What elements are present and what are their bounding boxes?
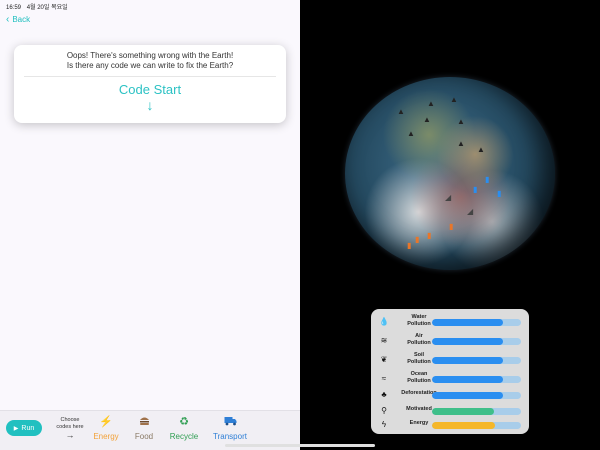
status-time: 16:59: [6, 5, 22, 11]
boat-icon: ◢: [467, 207, 474, 216]
stat-bar: [432, 392, 521, 399]
factory-icon: ▲: [423, 115, 431, 124]
factory-icon: ▲: [457, 117, 465, 126]
category-recycle[interactable]: ♻ Recycle: [168, 415, 200, 441]
prompt-line-1: Oops! There's something wrong with the E…: [66, 51, 234, 60]
factory-icon: ▲: [457, 139, 465, 148]
burger-icon: [131, 415, 157, 429]
stat-bar-fill: [432, 376, 504, 383]
prompt-message: Oops! There's something wrong with the E…: [14, 45, 286, 71]
status-bar: 16:59 4월 20일 목요일: [6, 2, 72, 11]
earth-globe: ▲ ▲ ▲ ▲ ▲ ▲ ▲ ▲ ▮ ▮ ▮ ◢ ◢ ▮ ▮ ▮ ▮: [345, 77, 555, 270]
status-date: 4월 20일 목요일: [26, 5, 68, 11]
category-transport[interactable]: Transport: [211, 415, 249, 441]
arrow-right-icon: →: [65, 430, 75, 440]
stat-bar-fill: [432, 408, 495, 415]
water-drop-icon: ▮: [427, 231, 432, 240]
tree-icon: ♣: [381, 390, 387, 399]
stat-bar: [432, 408, 521, 415]
water-drop-icon: ▮: [407, 241, 412, 250]
prompt-card: Oops! There's something wrong with the E…: [14, 45, 286, 123]
play-icon: ▶: [13, 425, 19, 432]
waves-icon: ≈: [381, 374, 387, 383]
wind-icon: ≋: [380, 336, 388, 345]
water-drop-icon: ▮: [497, 189, 502, 198]
code-panel: 16:59 4월 20일 목요일 ‹ Back Oops! There's so…: [0, 0, 300, 450]
stat-soil-pollution: ❦ Soil Pollution: [371, 352, 529, 370]
environment-stats-panel: 💧 Water Pollution ≋ Air Pollution ❦ Soil…: [371, 309, 529, 434]
stat-bar-fill: [432, 319, 504, 326]
back-button[interactable]: ‹ Back: [6, 14, 30, 25]
category-energy[interactable]: ⚡ Energy: [92, 415, 120, 441]
choose-line-1: Choose: [60, 417, 80, 423]
lightning-icon: ϟ: [381, 420, 387, 429]
water-drop-icon: 💧: [379, 317, 389, 326]
code-start-button[interactable]: Code Start: [14, 82, 286, 97]
stat-air-pollution: ≋ Air Pollution: [371, 333, 529, 351]
water-drop-icon: ▮: [473, 185, 478, 194]
prompt-line-2: Is there any code we can write to fix th…: [66, 61, 234, 70]
stat-bar: [432, 338, 521, 345]
divider: [24, 76, 276, 77]
chevron-left-icon: ‹: [6, 14, 10, 25]
water-drop-icon: ▮: [415, 235, 420, 244]
water-drop-icon: ▮: [449, 222, 454, 231]
category-label: Transport: [213, 432, 247, 441]
factory-icon: ▲: [450, 95, 458, 104]
category-label: Energy: [93, 432, 119, 441]
back-label: Back: [12, 15, 31, 24]
person-icon: ⚲: [381, 406, 387, 415]
stat-bar-fill: [432, 357, 504, 364]
water-drop-icon: ▮: [485, 175, 490, 184]
factory-icon: ▲: [477, 145, 485, 154]
category-label: Food: [134, 432, 154, 441]
stat-bar-fill: [432, 422, 496, 429]
factory-icon: ▲: [407, 129, 415, 138]
boat-icon: ◢: [445, 193, 452, 202]
category-label: Recycle: [169, 432, 199, 441]
stat-bar: [432, 376, 521, 383]
stat-bar: [432, 422, 521, 429]
stat-bar: [432, 319, 521, 326]
arrow-down-icon[interactable]: ↓: [14, 98, 286, 112]
run-label: Run: [21, 424, 35, 432]
factory-icon: ▲: [427, 99, 435, 108]
home-indicator[interactable]: [225, 444, 375, 447]
stat-bar-fill: [432, 338, 504, 345]
stat-energy: ϟ Energy: [371, 417, 529, 435]
choose-codes-hint: Choose codes here →: [52, 417, 88, 440]
run-button[interactable]: ▶ Run: [6, 420, 42, 436]
earth-panel: ▲ ▲ ▲ ▲ ▲ ▲ ▲ ▲ ▮ ▮ ▮ ◢ ◢ ▮ ▮ ▮ ▮ 💧 Wate…: [300, 0, 600, 450]
stat-bar: [432, 357, 521, 364]
stat-water-pollution: 💧 Water Pollution: [371, 314, 529, 332]
category-food[interactable]: Food: [131, 415, 157, 441]
recycle-icon: ♻: [179, 416, 189, 428]
factory-icon: ▲: [397, 107, 405, 116]
stat-bar-fill: [432, 392, 504, 399]
lightning-icon: ⚡: [99, 416, 113, 428]
leaf-icon: ❦: [380, 355, 388, 364]
truck-icon: [211, 415, 249, 429]
